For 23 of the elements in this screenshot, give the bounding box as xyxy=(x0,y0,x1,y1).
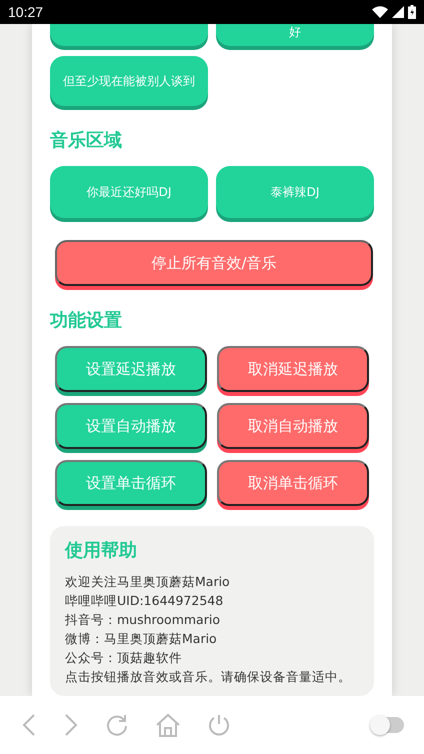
help-text: 公众号：顶菇趣软件 xyxy=(65,649,183,667)
forward-icon[interactable] xyxy=(64,714,78,736)
home-icon[interactable] xyxy=(156,713,180,737)
help-text: 抖音号：mushroommario xyxy=(65,611,221,629)
reload-icon[interactable] xyxy=(106,714,128,736)
help-text: 哔哩哔哩UID:1644972548 xyxy=(65,592,224,610)
section-title: 功能设置 xyxy=(50,309,123,332)
battery-icon xyxy=(408,5,416,19)
back-icon[interactable] xyxy=(22,714,36,736)
help-title: 使用帮助 xyxy=(65,539,138,562)
help-text: 微博：马里奥顶蘑菇Mario xyxy=(65,630,218,648)
music-button[interactable]: 泰裤辣DJ xyxy=(216,166,374,218)
sound-button[interactable]: 好 xyxy=(216,24,374,46)
status-time: 10:27 xyxy=(8,4,44,20)
help-text: 欢迎关注马里奥顶蘑菇Mario xyxy=(65,573,231,591)
power-icon[interactable] xyxy=(208,714,230,736)
signal-icon xyxy=(392,6,404,18)
toggle-switch[interactable] xyxy=(372,717,404,733)
music-button[interactable]: 你最近还好吗DJ xyxy=(50,166,208,218)
section-title: 音乐区域 xyxy=(50,129,123,152)
wifi-icon xyxy=(372,6,388,18)
sound-button[interactable]: 但至少现在能被别人谈到 xyxy=(50,56,208,106)
help-text: 点击按钮播放音效或音乐。请确保设备音量适中。 xyxy=(65,668,352,686)
